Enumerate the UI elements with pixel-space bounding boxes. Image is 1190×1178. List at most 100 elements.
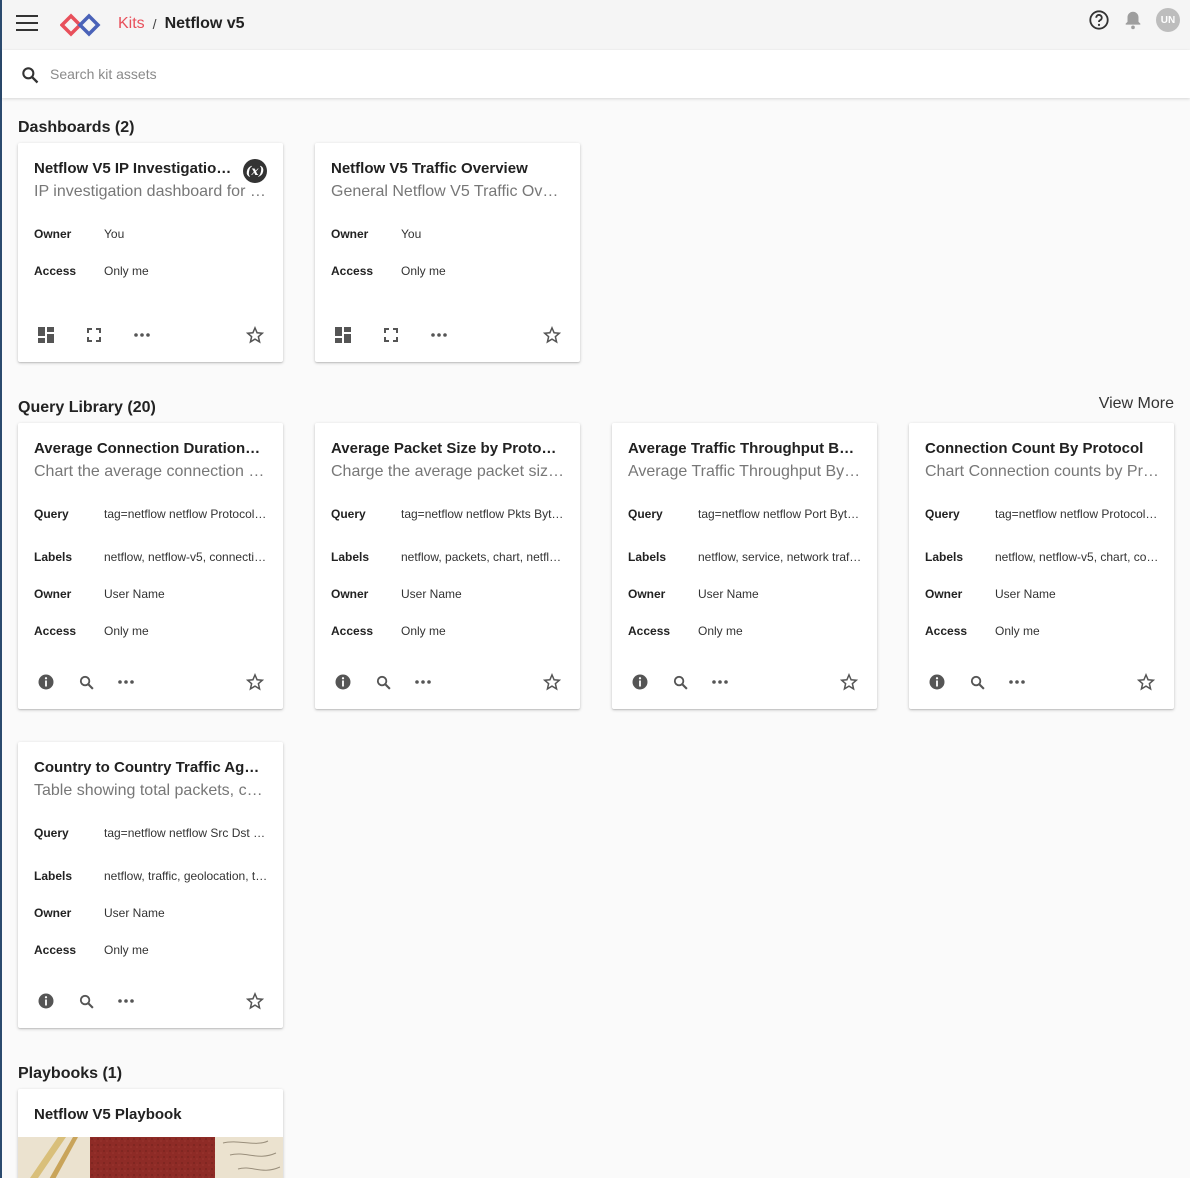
card-title[interactable]: Netflow V5 Playbook <box>34 1106 262 1123</box>
query-label: Query <box>331 507 366 521</box>
star-icon[interactable] <box>542 672 562 692</box>
labels-label: Labels <box>34 550 73 564</box>
card-subtitle: Average Traffic Throughput By Service <box>628 463 862 480</box>
query-value: tag=netflow netflow Src Dst Bytes <box>104 826 268 840</box>
dashboard-card[interactable]: Netflow V5 Traffic Overview General Netf… <box>315 143 580 362</box>
card-title[interactable]: Country to Country Traffic Aggregation <box>34 759 262 776</box>
star-icon[interactable] <box>245 991 265 1011</box>
search-query-icon[interactable] <box>76 991 96 1011</box>
owner-label: Owner <box>34 587 72 601</box>
owner-label: Owner <box>628 587 666 601</box>
labels-label: Labels <box>331 550 370 564</box>
access-label: Access <box>628 624 671 638</box>
labels-value: netflow, packets, chart, netflow-v5 <box>401 550 565 564</box>
access-value: Only me <box>698 624 743 638</box>
query-card[interactable]: Average Traffic Throughput By Service Ave… <box>612 423 877 709</box>
card-subtitle: IP investigation dashboard for Netflow V… <box>34 183 268 200</box>
search-input[interactable] <box>50 62 650 86</box>
access-value: Only me <box>104 264 149 278</box>
variables-badge-icon: (x) <box>243 159 267 183</box>
search-query-icon[interactable] <box>670 672 690 692</box>
card-subtitle: Chart the average connection duration by… <box>34 463 268 480</box>
access-value: Only me <box>104 624 149 638</box>
menu-icon[interactable] <box>16 15 40 35</box>
labels-value: netflow, service, network traffic, chart <box>698 550 862 564</box>
owner-value: You <box>401 227 422 241</box>
card-title[interactable]: Connection Count By Protocol <box>925 440 1153 457</box>
page-title: Netflow v5 <box>164 15 245 32</box>
star-icon[interactable] <box>542 325 562 345</box>
dashboard-icon[interactable] <box>36 325 56 345</box>
card-title[interactable]: Netflow V5 Traffic Overview <box>331 160 559 177</box>
more-options-icon[interactable] <box>710 672 730 692</box>
access-value: Only me <box>401 264 446 278</box>
query-card[interactable]: Average Connection Duration by Protocol C… <box>18 423 283 709</box>
card-title[interactable]: Average Packet Size by Protocol <box>331 440 559 457</box>
more-options-icon[interactable] <box>1007 672 1027 692</box>
info-icon[interactable] <box>36 991 56 1011</box>
more-options-icon[interactable] <box>116 991 136 1011</box>
playbook-cover-image <box>18 1137 283 1178</box>
labels-label: Labels <box>628 550 667 564</box>
left-accent-bar <box>0 0 2 1178</box>
star-icon[interactable] <box>245 672 265 692</box>
owner-value: User Name <box>104 906 165 920</box>
card-title[interactable]: Average Connection Duration by Protocol <box>34 440 262 457</box>
owner-label: Owner <box>34 906 72 920</box>
star-icon[interactable] <box>1136 672 1156 692</box>
playbook-card[interactable]: Netflow V5 Playbook <box>18 1089 283 1178</box>
access-label: Access <box>34 264 77 278</box>
app-logo-icon[interactable] <box>60 12 102 38</box>
view-more-link[interactable]: View More <box>1099 395 1174 413</box>
query-value: tag=netflow netflow Protocol count <box>995 507 1159 521</box>
search-query-icon[interactable] <box>76 672 96 692</box>
card-subtitle: Table showing total packets, connections <box>34 782 268 799</box>
access-value: Only me <box>104 943 149 957</box>
user-avatar[interactable]: UN <box>1156 8 1180 32</box>
star-icon[interactable] <box>245 325 265 345</box>
fullscreen-icon[interactable] <box>84 325 104 345</box>
info-icon[interactable] <box>927 672 947 692</box>
card-title[interactable]: Netflow V5 IP Investigation Dashboard <box>34 160 240 177</box>
search-icon <box>22 67 39 84</box>
dashboard-card[interactable]: Netflow V5 IP Investigation Dashboard (x… <box>18 143 283 362</box>
playbooks-section-title: Playbooks (1) <box>18 1065 123 1082</box>
card-title[interactable]: Average Traffic Throughput By Service <box>628 440 856 457</box>
card-subtitle: General Netflow V5 Traffic Overview <box>331 183 565 200</box>
owner-value: User Name <box>698 587 759 601</box>
labels-value: netflow, traffic, geolocation, table <box>104 869 268 883</box>
query-card[interactable]: Average Packet Size by Protocol Charge th… <box>315 423 580 709</box>
info-icon[interactable] <box>630 672 650 692</box>
query-label: Query <box>34 826 69 840</box>
more-options-icon[interactable] <box>116 672 136 692</box>
more-options-icon[interactable] <box>429 325 449 345</box>
owner-value: User Name <box>995 587 1056 601</box>
info-icon[interactable] <box>36 672 56 692</box>
access-label: Access <box>331 264 374 278</box>
help-icon[interactable] <box>1088 9 1110 31</box>
dashboard-icon[interactable] <box>333 325 353 345</box>
query-card[interactable]: Country to Country Traffic Aggregation Ta… <box>18 742 283 1028</box>
more-options-icon[interactable] <box>132 325 152 345</box>
top-app-bar: Kits / Netflow v5 UN <box>2 0 1190 50</box>
access-label: Access <box>34 624 77 638</box>
search-query-icon[interactable] <box>967 672 987 692</box>
owner-label: Owner <box>331 227 369 241</box>
search-query-icon[interactable] <box>373 672 393 692</box>
labels-value: netflow, netflow-v5, chart, connection <box>995 550 1159 564</box>
query-card[interactable]: Connection Count By Protocol Chart Connec… <box>909 423 1174 709</box>
notifications-bell-icon[interactable] <box>1122 9 1144 31</box>
access-label: Access <box>925 624 968 638</box>
fullscreen-icon[interactable] <box>381 325 401 345</box>
labels-label: Labels <box>34 869 73 883</box>
access-value: Only me <box>995 624 1040 638</box>
info-icon[interactable] <box>333 672 353 692</box>
more-options-icon[interactable] <box>413 672 433 692</box>
search-bar <box>2 50 1190 98</box>
query-label: Query <box>925 507 960 521</box>
query-library-section-title: Query Library (20) <box>18 399 156 416</box>
labels-value: netflow, netflow-v5, connection, chart <box>104 550 268 564</box>
owner-value: You <box>104 227 125 241</box>
star-icon[interactable] <box>839 672 859 692</box>
breadcrumb-kits-link[interactable]: Kits <box>118 15 145 33</box>
